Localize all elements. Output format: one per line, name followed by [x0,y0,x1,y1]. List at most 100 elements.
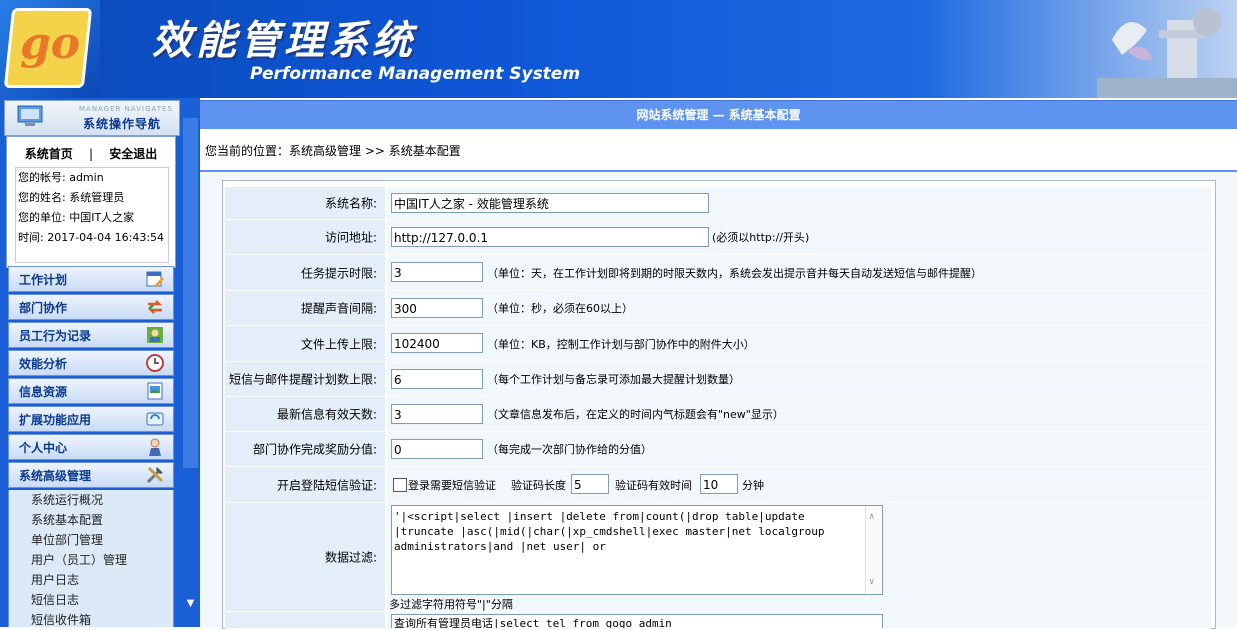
menu-label: 工作计划 [19,273,68,287]
row-reminder-limit: 短信与邮件提醒计划数上限: 6 （每个工作计划与备忘录可添加最大提醒计划数量） [225,362,1211,397]
menu-extensions[interactable]: 扩展功能应用 [8,406,174,432]
user-record-icon [147,327,163,343]
submenu-user-log[interactable]: 用户日志 [9,570,173,590]
row-site-url: 访问地址: http://127.0.0.1 (必须以http://开头) [225,220,1211,255]
news-days-input[interactable]: 3 [391,404,483,424]
extension-icon [146,412,164,426]
submenu-dept-management[interactable]: 单位部门管理 [9,530,173,550]
label-sms-login: 开启登陆短信验证: [276,478,377,492]
nav-title: 系统操作导航 [83,117,162,131]
page-title: 网站系统管理 — 系统基本配置 [200,100,1237,129]
sql-text: 查询所有管理员电话|select tel from gogo_admin [394,617,672,629]
monument-decoration-icon [1097,8,1237,98]
code-valid-label: 验证码有效时间 [615,478,692,492]
code-length-label: 验证码长度 [511,478,566,492]
label-site-name: 系统名称: [324,196,377,211]
site-url-input[interactable]: http://127.0.0.1 [391,227,709,247]
submenu-system-overview[interactable]: 系统运行概况 [9,490,173,510]
current-time: 时间: 2017-04-04 16:43:54 [18,231,165,244]
data-filter-hint: 多过滤字符用符号"|"分隔 [389,598,513,611]
nav-header: MANAGER NAVIGATES 系统操作导航 [4,100,180,136]
user-panel: 系统首页 | 安全退出 您的帐号: admin 您的姓名: 系统管理员 您的单位… [6,136,176,268]
chevron-down-icon[interactable]: ▼ [183,598,198,613]
nav-small-caption: MANAGER NAVIGATES [79,105,173,113]
menu-dept-collab[interactable]: 部门协作 [8,294,174,320]
code-length-input[interactable]: 5 [571,474,609,494]
menu-label: 扩展功能应用 [19,413,92,427]
row-task-limit: 任务提示时限: 3 （单位：天，在工作计划即将到期的时限天数内，系统会发出提示音… [225,255,1211,291]
sound-interval-input[interactable]: 300 [391,298,483,318]
user-info: 您的帐号: admin 您的姓名: 系统管理员 您的单位: 中国IT人之家 时间… [15,167,169,263]
sms-login-checkbox-label: 登录需要短信验证 [408,478,496,492]
form-area: 系统名称: 中国IT人之家 - 效能管理系统 访问地址: http://127.… [200,172,1237,629]
label-data-filter: 数据过滤: [324,550,377,565]
exchange-arrows-icon [147,300,163,314]
computer-icon [17,105,43,126]
row-upload-limit: 文件上传上限: 102400 （单位：KB，控制工作计划与部门协作中的附件大小） [225,326,1211,362]
chevron-up-icon[interactable]: ∧ [869,510,874,525]
link-separator: | [88,147,94,161]
menu-personal-center[interactable]: 个人中心 [8,434,174,460]
menu-staff-record[interactable]: 员工行为记录 [8,322,174,348]
collab-score-input[interactable]: 0 [391,439,483,459]
user-account: 您的帐号: admin [18,171,104,184]
data-filter-textarea[interactable]: '|<script|select |insert |delete from|co… [391,505,883,595]
home-link[interactable]: 系统首页 [25,147,73,161]
label-reminder-limit: 短信与邮件提醒计划数上限: [228,372,377,387]
document-image-icon [147,382,163,400]
label-task-limit: 任务提示时限: [300,266,377,280]
logout-link[interactable]: 安全退出 [109,147,157,161]
label-site-url: 访问地址: [324,230,377,245]
menu-advanced-admin[interactable]: 系统高级管理 [8,462,174,488]
menu-work-plan[interactable]: 工作计划 [8,266,174,292]
user-name: 您的姓名: 系统管理员 [18,191,125,204]
code-valid-input[interactable]: 10 [700,474,738,494]
sidebar: MANAGER NAVIGATES 系统操作导航 系统首页 | 安全退出 您的帐… [0,98,200,627]
reminder-limit-input[interactable]: 6 [391,369,483,389]
row-next: 查询所有管理员电话|select tel from gogo_admin [225,612,1211,629]
site-url-note: (必须以http://开头) [712,231,810,244]
user-unit: 您的单位: 中国IT人之家 [18,211,135,224]
label-sound-interval: 提醒声音间隔: [300,301,377,316]
system-title: 效能管理系统 [152,18,416,64]
code-valid-unit: 分钟 [742,478,764,492]
config-form: 系统名称: 中国IT人之家 - 效能管理系统 访问地址: http://127.… [222,180,1216,629]
submenu-user-management[interactable]: 用户（员工）管理 [9,550,173,570]
submenu-basic-config[interactable]: 系统基本配置 [9,510,173,530]
submenu-sms-log[interactable]: 短信日志 [9,590,173,610]
menu-label: 员工行为记录 [19,329,92,343]
quick-links: 系统首页 | 安全退出 [7,145,175,162]
advanced-admin-submenu: 系统运行概况 系统基本配置 单位部门管理 用户（员工）管理 用户日志 短信日志 … [8,490,174,627]
submenu-sms-inbox[interactable]: 短信收件箱 [9,610,173,630]
menu-efficiency[interactable]: 效能分析 [8,350,174,376]
chevron-down-icon[interactable]: ∨ [869,575,874,590]
menu-info-resource[interactable]: 信息资源 [8,378,174,404]
menu-label: 个人中心 [19,441,68,455]
data-filter-text: '|<script|select |insert |delete from|co… [394,510,825,553]
menu-label: 信息资源 [19,385,68,399]
menu-label: 效能分析 [19,357,68,371]
reminder-limit-note: （每个工作计划与备忘录可添加最大提醒计划数量） [487,373,740,386]
calendar-edit-icon [146,271,164,287]
row-sms-login: 开启登陆短信验证: 登录需要短信验证 验证码长度 5 验证码有效时间 10 分钟 [225,467,1211,503]
news-days-note: （文章信息发布后，在定义的时间内气标题会有"new"显示） [487,408,784,421]
breadcrumb: 您当前的位置：系统高级管理 >> 系统基本配置 [205,144,461,158]
person-icon [149,438,161,456]
logo-text: go [20,18,81,69]
main-content: 网站系统管理 — 系统基本配置 您当前的位置：系统高级管理 >> 系统基本配置 … [200,98,1237,629]
clock-icon [146,354,164,372]
site-name-input[interactable]: 中国IT人之家 - 效能管理系统 [391,193,709,213]
sidebar-scrollbar[interactable]: ▼ [181,98,200,627]
label-upload-limit: 文件上传上限: [300,337,377,351]
label-news-days: 最新信息有效天数: [276,407,377,422]
sms-login-checkbox[interactable] [393,478,407,492]
label-collab-score: 部门协作完成奖励分值: [252,442,377,457]
task-limit-note: （单位：天，在工作计划即将到期的时限天数内，系统会发出提示音并每天自动发送短信与… [487,266,982,280]
tools-icon [146,466,164,484]
textarea-scrollbar[interactable]: ∧ ∨ [865,506,882,594]
menu-label: 部门协作 [19,301,68,315]
upload-limit-input[interactable]: 102400 [391,333,483,353]
app-header: go 效能管理系统 Performance Management System [0,0,1237,98]
scrollbar-thumb[interactable] [183,118,198,468]
task-limit-input[interactable]: 3 [391,262,483,282]
